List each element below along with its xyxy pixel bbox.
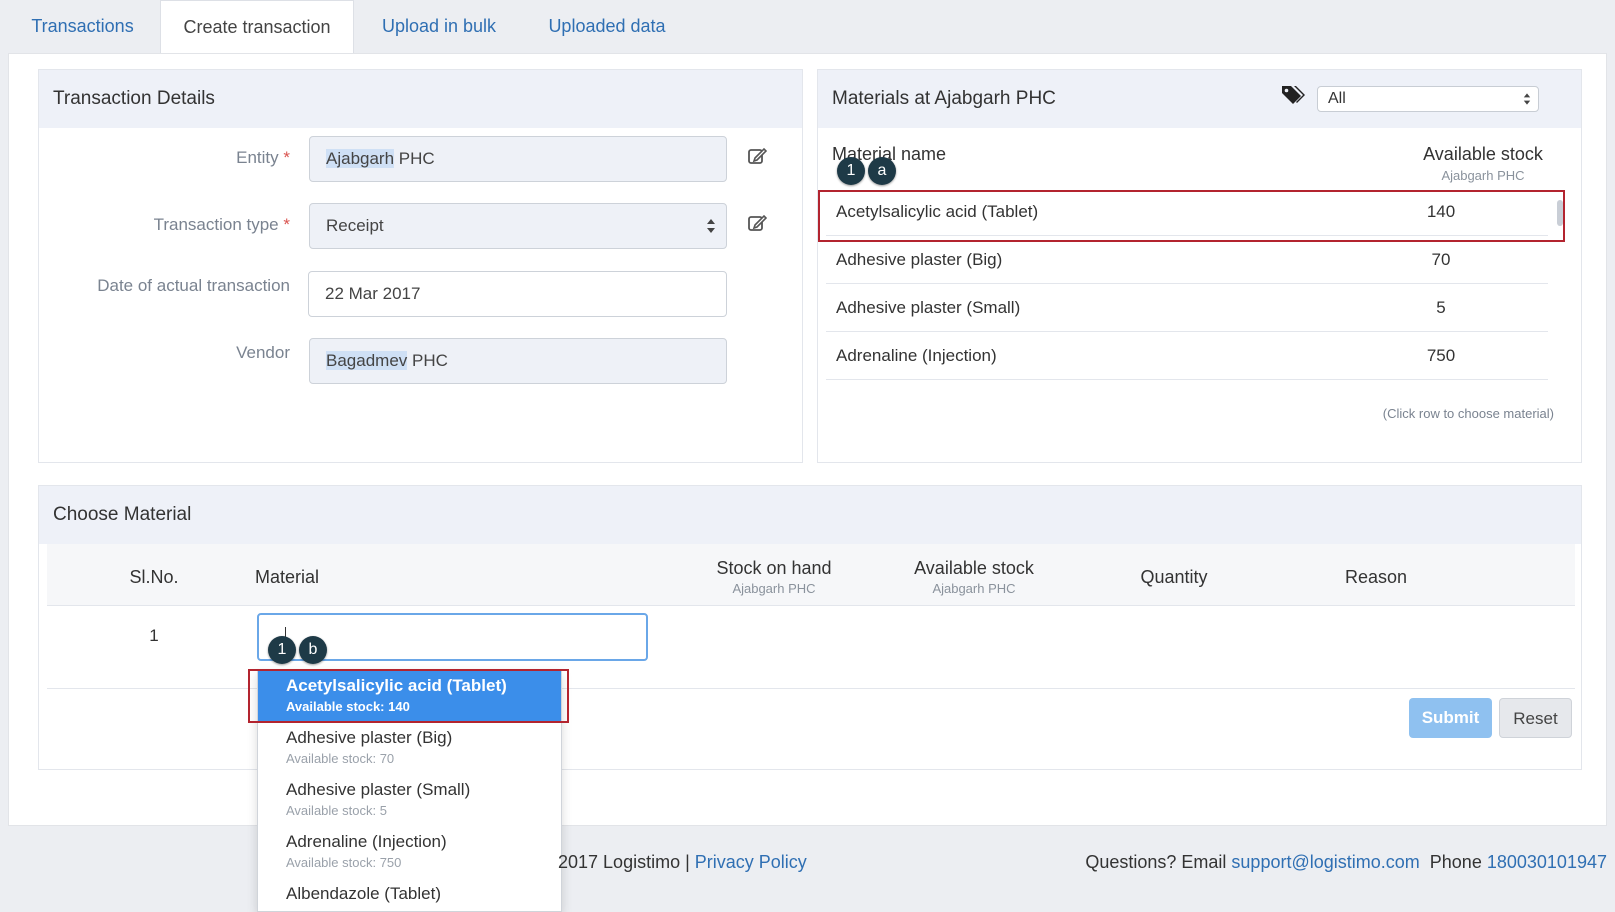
autocomplete-option[interactable]: Adhesive plaster (Small) Available stock:… xyxy=(258,775,561,827)
phone-link[interactable]: 180030101947 xyxy=(1487,852,1607,872)
row-number: 1 xyxy=(149,626,159,645)
privacy-policy-link[interactable]: Privacy Policy xyxy=(695,852,807,872)
material-row[interactable]: Adhesive plaster (Big) 70 xyxy=(826,236,1548,284)
col-slno: Sl.No. xyxy=(129,567,179,587)
tags-icon xyxy=(1282,86,1305,104)
tab-create-transaction[interactable]: Create transaction xyxy=(160,0,354,55)
select-arrows-icon xyxy=(1523,93,1531,105)
footer-right: Questions? Email support@logistimo.com P… xyxy=(1085,852,1607,872)
col-stock-on-hand: Stock on hand Ajabgarh PHC xyxy=(716,558,832,596)
tab-transactions[interactable]: Transactions xyxy=(10,0,155,54)
tab-uploaded-data[interactable]: Uploaded data xyxy=(534,0,680,54)
entity-label: Entity * xyxy=(236,148,290,167)
col-material: Material xyxy=(255,567,320,587)
autocomplete-option[interactable]: Albendazole (Tablet) xyxy=(258,879,561,911)
date-label: Date of actual transaction xyxy=(97,276,290,295)
panel-title: Choose Material xyxy=(39,486,1581,544)
material-row[interactable]: Adrenaline (Injection) 750 xyxy=(826,332,1548,380)
autocomplete-option[interactable]: Adhesive plaster (Big) Available stock: 7… xyxy=(258,723,561,775)
highlight-box xyxy=(818,190,1565,242)
tab-upload-in-bulk[interactable]: Upload in bulk xyxy=(368,0,510,54)
col-available-stock: Available stock Ajabgarh PHC xyxy=(914,558,1034,596)
submit-button[interactable]: Submit xyxy=(1409,698,1492,738)
step-badge: 1 xyxy=(268,636,296,664)
highlight-box xyxy=(248,669,569,723)
col-available-stock: Available stock Ajabgarh PHC xyxy=(1423,144,1543,183)
tab-bar: Transactions Create transaction Upload i… xyxy=(0,0,1615,55)
date-field[interactable]: 22 Mar 2017 xyxy=(308,271,727,317)
vendor-label: Vendor xyxy=(236,343,290,362)
reset-button[interactable]: Reset xyxy=(1499,698,1572,738)
edit-icon[interactable] xyxy=(747,146,767,166)
select-arrows-icon xyxy=(707,219,715,233)
vendor-field[interactable]: Bagadmev PHC xyxy=(309,338,727,384)
materials-panel: Materials at Ajabgarh PHC All Material n… xyxy=(817,69,1582,463)
support-email-link[interactable]: support@logistimo.com xyxy=(1231,852,1419,872)
edit-icon[interactable] xyxy=(747,213,767,233)
entity-field[interactable]: Ajabgarh PHC xyxy=(309,136,727,182)
panel-title: Transaction Details xyxy=(39,70,802,128)
step-badge: 1 xyxy=(837,157,865,185)
click-row-hint: (Click row to choose material) xyxy=(1382,406,1554,421)
transaction-details-panel: Transaction Details Entity * Ajabgarh PH… xyxy=(38,69,803,463)
step-badge: a xyxy=(868,157,896,185)
transaction-type-label: Transaction type * xyxy=(153,215,290,234)
col-reason: Reason xyxy=(1344,567,1408,587)
step-badge: b xyxy=(299,636,327,664)
material-row[interactable]: Adhesive plaster (Small) 5 xyxy=(826,284,1548,332)
footer-left: 2017 Logistimo | Privacy Policy xyxy=(558,852,807,872)
transaction-type-select[interactable]: Receipt xyxy=(309,203,727,249)
material-filter-select[interactable]: All xyxy=(1317,86,1539,112)
col-quantity: Quantity xyxy=(1140,567,1208,587)
autocomplete-option[interactable]: Adrenaline (Injection) Available stock: 7… xyxy=(258,827,561,879)
